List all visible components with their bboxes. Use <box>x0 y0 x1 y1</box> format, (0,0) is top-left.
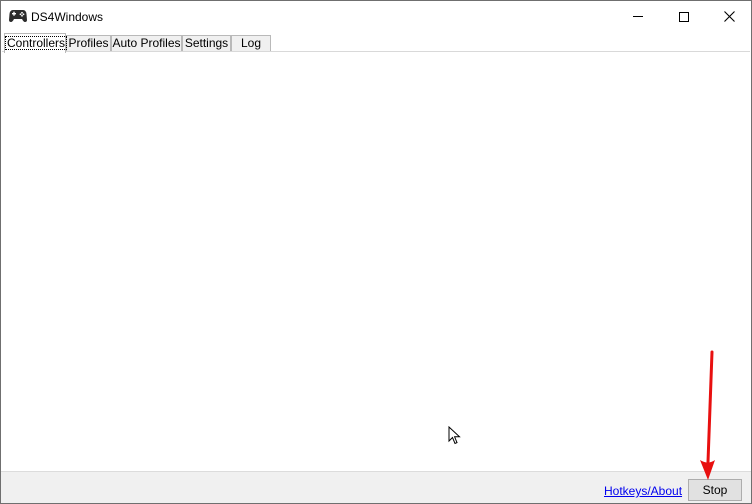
tab-label: Auto Profiles <box>112 36 181 50</box>
close-icon <box>723 11 735 22</box>
tab-settings[interactable]: Settings <box>182 35 231 52</box>
window-title: DS4Windows <box>31 10 104 24</box>
tab-log[interactable]: Log <box>231 35 271 52</box>
minimize-button[interactable] <box>615 1 661 32</box>
mouse-cursor-icon <box>448 426 461 445</box>
tab-label: Settings <box>184 36 229 50</box>
title-bar[interactable]: DS4Windows <box>1 1 751 32</box>
tab-controllers[interactable]: Controllers <box>4 33 68 53</box>
close-button[interactable] <box>706 1 751 32</box>
stop-button[interactable]: Stop <box>688 479 742 501</box>
hotkeys-about-link[interactable]: Hotkeys/About <box>604 484 682 498</box>
status-bar: Hotkeys/About Stop <box>1 471 751 503</box>
gamepad-icon <box>9 10 27 22</box>
tab-profiles[interactable]: Profiles <box>66 35 111 52</box>
tab-label: Controllers <box>5 36 68 50</box>
maximize-button[interactable] <box>661 1 707 32</box>
tab-strip: Controllers Profiles Auto Profiles Setti… <box>1 32 751 53</box>
tab-label: Log <box>240 36 262 50</box>
tab-label: Profiles <box>68 36 109 50</box>
maximize-icon <box>679 11 689 22</box>
ds4windows-window: DS4Windows Controllers Profiles Auto Pro… <box>0 0 752 504</box>
tab-auto-profiles[interactable]: Auto Profiles <box>111 35 182 52</box>
minimize-icon <box>633 16 643 17</box>
controllers-panel <box>2 52 750 470</box>
